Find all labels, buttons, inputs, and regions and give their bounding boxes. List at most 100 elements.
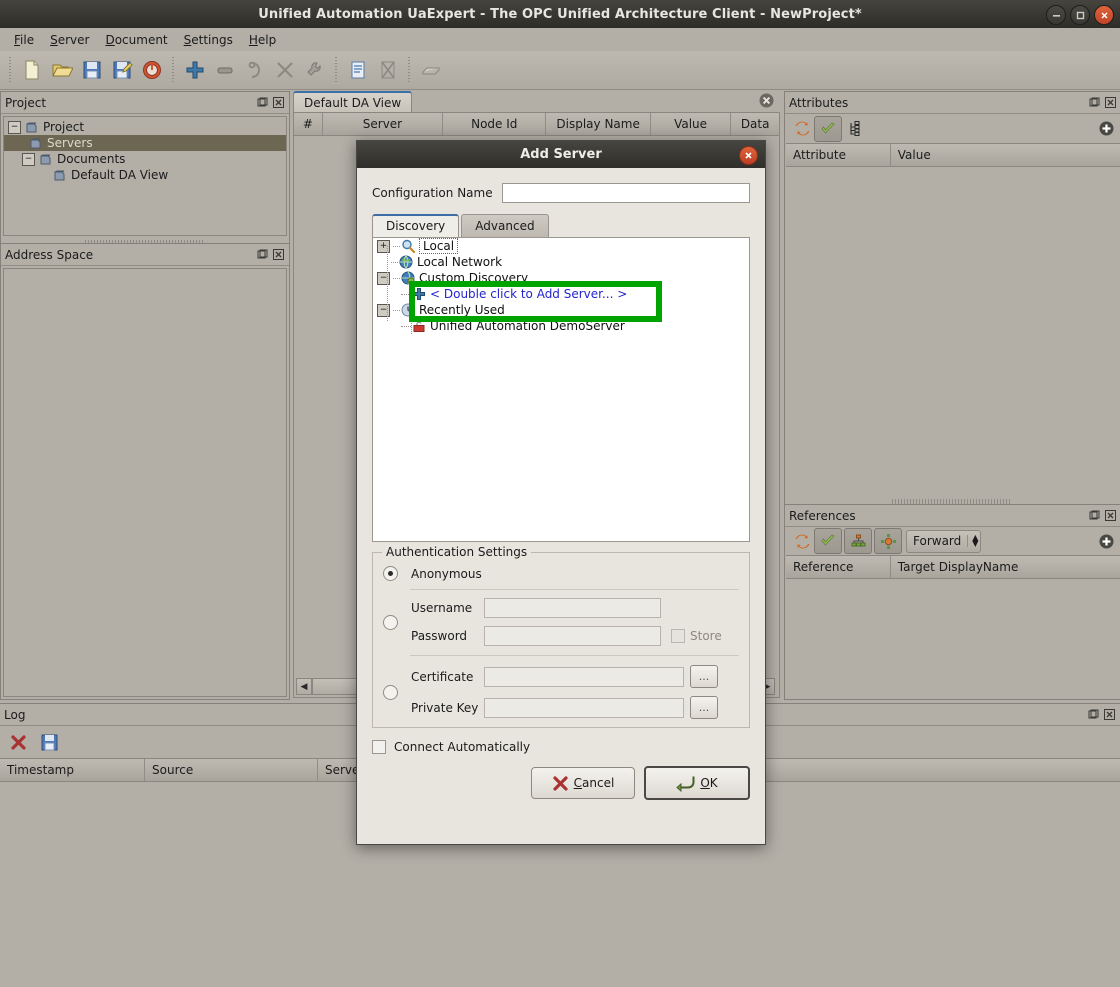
password-input[interactable] xyxy=(484,626,661,646)
column-header-value[interactable]: Value xyxy=(651,113,732,135)
minimize-button[interactable] xyxy=(1046,5,1066,25)
float-icon[interactable] xyxy=(1088,96,1101,109)
disconnect-server-icon[interactable] xyxy=(270,55,300,85)
attributes-rows[interactable] xyxy=(786,167,1120,492)
float-icon[interactable] xyxy=(1088,509,1101,522)
tree-item-servers[interactable]: Servers xyxy=(4,135,286,151)
nodes-icon[interactable] xyxy=(874,528,902,554)
save-project-icon[interactable] xyxy=(77,55,107,85)
tree-item-project[interactable]: − Project xyxy=(4,119,286,135)
project-tree[interactable]: − Project Servers − Documents Default DA… xyxy=(3,116,287,236)
tab-advanced[interactable]: Advanced xyxy=(461,214,549,237)
column-header-node-id[interactable]: Node Id xyxy=(443,113,547,135)
remove-server-icon[interactable] xyxy=(210,55,240,85)
remove-document-icon[interactable] xyxy=(373,55,403,85)
add-icon[interactable] xyxy=(1096,119,1116,139)
tree-icon[interactable] xyxy=(844,528,872,554)
expander-minus-icon[interactable]: − xyxy=(22,152,35,166)
username-password-radio[interactable] xyxy=(383,614,398,630)
tab-discovery[interactable]: Discovery xyxy=(372,214,460,237)
maximize-button[interactable] xyxy=(1070,5,1090,25)
certificate-browse-button[interactable]: ... xyxy=(690,665,718,688)
reference-direction-select[interactable]: Forward ▲ ▼ xyxy=(906,529,982,553)
column-header-index[interactable]: # xyxy=(294,113,323,135)
tree-item-default-da-view[interactable]: Default DA View xyxy=(4,167,286,183)
column-header-source[interactable]: Source xyxy=(145,759,318,781)
column-header-value[interactable]: Value xyxy=(891,144,1120,166)
connect-server-icon[interactable] xyxy=(240,55,270,85)
column-header-timestamp[interactable]: Timestamp xyxy=(0,759,145,781)
refresh-icon[interactable] xyxy=(790,530,814,552)
toolbar-grip-3[interactable] xyxy=(333,57,340,83)
column-header-attribute[interactable]: Attribute xyxy=(786,144,891,166)
float-icon[interactable] xyxy=(256,96,269,109)
close-icon[interactable] xyxy=(1103,708,1116,721)
configure-server-icon[interactable] xyxy=(300,55,330,85)
toolbar-grip-4[interactable] xyxy=(406,57,413,83)
discovery-item-custom-discovery[interactable]: − Custom Discovery xyxy=(373,270,749,286)
hierarchy-icon[interactable] xyxy=(844,118,868,140)
add-document-icon[interactable] xyxy=(343,55,373,85)
column-header-display-name[interactable]: Display Name xyxy=(546,113,651,135)
tab-default-da-view[interactable]: Default DA View xyxy=(293,91,413,113)
menu-help[interactable]: Help xyxy=(241,31,284,49)
connect-automatically-row[interactable]: Connect Automatically xyxy=(372,740,750,754)
username-input[interactable] xyxy=(484,598,661,618)
column-header-target-displayname[interactable]: Target DisplayName xyxy=(891,556,1120,578)
references-rows[interactable] xyxy=(786,579,1120,689)
add-server-icon[interactable] xyxy=(180,55,210,85)
certificate-icon[interactable] xyxy=(416,55,446,85)
close-button[interactable] xyxy=(1094,5,1114,25)
toolbar-grip[interactable] xyxy=(7,57,14,83)
refresh-icon[interactable] xyxy=(790,118,814,140)
close-icon[interactable] xyxy=(1104,96,1117,109)
cancel-button[interactable]: Cancel xyxy=(531,767,635,799)
discovery-item-recently-used[interactable]: − Recently Used xyxy=(373,302,749,318)
column-header-data[interactable]: Data xyxy=(731,113,779,135)
spinner-arrows-icon[interactable]: ▲ ▼ xyxy=(967,534,978,548)
menu-server[interactable]: Server xyxy=(42,31,97,49)
discovery-item-add-server[interactable]: < Double click to Add Server... > xyxy=(373,286,749,302)
expander-minus-icon[interactable]: − xyxy=(8,120,21,134)
menu-file[interactable]: File xyxy=(6,31,42,49)
column-header-server[interactable]: Server xyxy=(323,113,444,135)
menu-document[interactable]: Document xyxy=(97,31,175,49)
store-checkbox[interactable] xyxy=(671,629,685,643)
float-icon[interactable] xyxy=(256,248,269,261)
configuration-name-input[interactable] xyxy=(501,183,750,203)
certificate-radio[interactable] xyxy=(383,684,398,700)
anonymous-radio[interactable] xyxy=(383,566,398,581)
anonymous-option-row[interactable]: Anonymous xyxy=(383,566,739,581)
scroll-left-arrow-icon[interactable]: ◀ xyxy=(296,678,312,695)
discovery-item-local[interactable]: + Local xyxy=(373,238,749,254)
ok-button[interactable]: OK xyxy=(644,766,750,800)
close-icon[interactable] xyxy=(272,248,285,261)
save-log-icon[interactable] xyxy=(38,731,60,753)
expander-plus-icon[interactable]: + xyxy=(377,239,390,253)
expander-minus-icon[interactable]: − xyxy=(377,303,390,317)
menu-settings[interactable]: Settings xyxy=(176,31,241,49)
check-icon[interactable] xyxy=(814,528,842,554)
discovery-item-local-network[interactable]: Local Network xyxy=(373,254,749,270)
exit-icon[interactable] xyxy=(137,55,167,85)
check-icon[interactable] xyxy=(814,115,842,142)
connect-automatically-checkbox[interactable] xyxy=(372,740,386,754)
close-icon[interactable] xyxy=(272,96,285,109)
private-key-input[interactable] xyxy=(484,697,684,718)
new-project-icon[interactable] xyxy=(17,55,47,85)
expander-minus-icon[interactable]: − xyxy=(377,271,390,285)
discovery-tree[interactable]: + Local Local Network − Custom Discovery… xyxy=(372,237,750,542)
discovery-item-demoserver[interactable]: Unified Automation DemoServer xyxy=(373,318,749,334)
close-icon[interactable] xyxy=(1104,509,1117,522)
save-as-project-icon[interactable] xyxy=(107,55,137,85)
certificate-input[interactable] xyxy=(484,666,684,687)
username-password-option-row[interactable]: Username Password Store xyxy=(383,598,739,646)
private-key-browse-button[interactable]: ... xyxy=(690,696,718,719)
tree-item-documents[interactable]: − Documents xyxy=(4,151,286,167)
open-project-icon[interactable] xyxy=(47,55,77,85)
close-icon[interactable] xyxy=(739,146,758,165)
clear-log-icon[interactable] xyxy=(8,732,28,752)
column-header-reference[interactable]: Reference xyxy=(786,556,891,578)
address-space-tree[interactable] xyxy=(3,268,287,697)
certificate-option-row[interactable]: Certificate ... Private Key ... xyxy=(383,665,739,719)
